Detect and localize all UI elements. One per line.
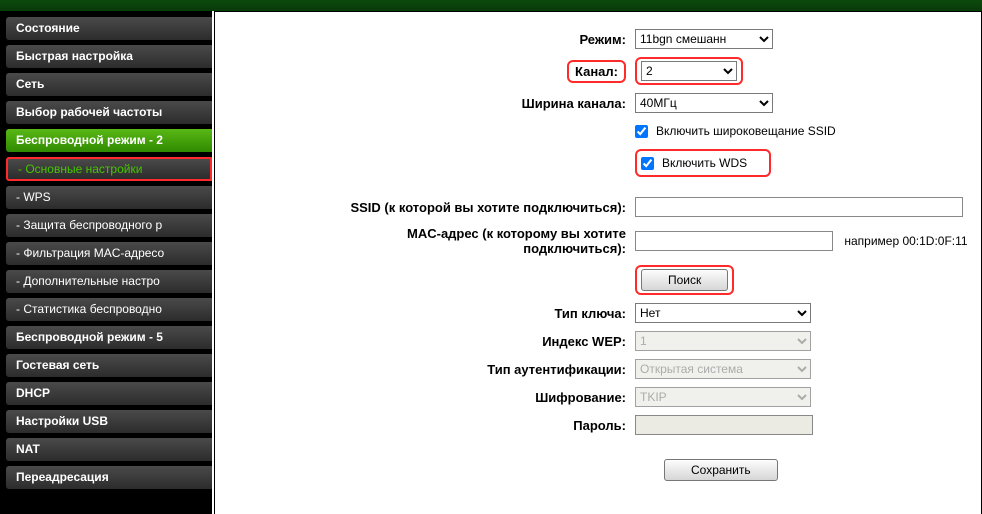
sidebar-item-mac-filter[interactable]: - Фильтрация MAC-адресо	[6, 242, 212, 265]
auth-type-select: Открытая система	[635, 359, 811, 379]
key-type-select[interactable]: Нет	[635, 303, 811, 323]
enable-wds-checkbox[interactable]	[641, 157, 654, 170]
label-password: Пароль:	[573, 418, 626, 433]
search-button[interactable]: Поиск	[641, 269, 728, 291]
label-encryption: Шифрование:	[535, 390, 626, 405]
sidebar-item-band-select[interactable]: Выбор рабочей частоты	[6, 101, 212, 124]
highlight-search-button: Поиск	[635, 265, 734, 295]
mode-select[interactable]: 11bgn смешанн	[635, 29, 773, 49]
label-key-type: Тип ключа:	[554, 306, 626, 321]
label-mac-line1: MAC-адрес (к которому вы хотите	[407, 226, 626, 241]
sidebar-item-basic-settings[interactable]: - Основные настройки	[6, 157, 212, 181]
sidebar-item-wireless-5g[interactable]: Беспроводной режим - 5	[6, 326, 212, 349]
sidebar-item-network[interactable]: Сеть	[6, 73, 212, 96]
enable-ssid-broadcast-checkbox[interactable]	[635, 125, 648, 138]
wep-index-select: 1	[635, 331, 811, 351]
encryption-select: TKIP	[635, 387, 811, 407]
main-frame: Режим: 11bgn смешанн Канал:	[214, 11, 982, 514]
password-input	[635, 415, 813, 435]
sidebar-item-nat[interactable]: NAT	[6, 438, 212, 461]
label-wep-index: Индекс WEP:	[542, 334, 626, 349]
mac-hint: например 00:1D:0F:11	[844, 234, 967, 248]
sidebar-item-dhcp[interactable]: DHCP	[6, 382, 212, 405]
sidebar: Состояние Быстрая настройка Сеть Выбор р…	[0, 11, 212, 514]
sidebar-item-usb-settings[interactable]: Настройки USB	[6, 410, 212, 433]
save-button[interactable]: Сохранить	[664, 459, 778, 481]
label-mac-line2: подключиться):	[523, 241, 626, 256]
label-enable-ssid-broadcast: Включить широковещание SSID	[656, 124, 836, 138]
highlight-enable-wds: Включить WDS	[635, 149, 771, 177]
sidebar-item-wireless-2g[interactable]: Беспроводной режим - 2	[6, 129, 212, 152]
label-auth-type: Тип аутентификации:	[487, 362, 626, 377]
channel-select[interactable]: 2	[641, 61, 737, 81]
ssid-input[interactable]	[635, 197, 963, 217]
mac-input[interactable]	[635, 231, 833, 251]
sidebar-item-status[interactable]: Состояние	[6, 17, 212, 40]
label-channel: Канал:	[575, 64, 618, 79]
label-enable-wds: Включить WDS	[662, 156, 747, 170]
top-bar	[0, 0, 982, 11]
highlight-channel-field: 2	[635, 57, 743, 85]
sidebar-item-advanced-settings[interactable]: - Дополнительные настро	[6, 270, 212, 293]
sidebar-item-wireless-stats[interactable]: - Статистика беспроводно	[6, 298, 212, 321]
label-ssid: SSID (к которой вы хотите подключиться):	[350, 200, 626, 215]
highlight-channel-label: Канал:	[567, 60, 626, 83]
sidebar-item-quick-setup[interactable]: Быстрая настройка	[6, 45, 212, 68]
sidebar-item-wps[interactable]: - WPS	[6, 186, 212, 209]
channel-width-select[interactable]: 40МГц	[635, 93, 773, 113]
sidebar-item-guest-network[interactable]: Гостевая сеть	[6, 354, 212, 377]
label-mode: Режим:	[579, 32, 626, 47]
sidebar-item-forwarding[interactable]: Переадресация	[6, 466, 212, 489]
sidebar-item-wireless-security[interactable]: - Защита беспроводного р	[6, 214, 212, 237]
label-channel-width: Ширина канала:	[522, 96, 626, 111]
